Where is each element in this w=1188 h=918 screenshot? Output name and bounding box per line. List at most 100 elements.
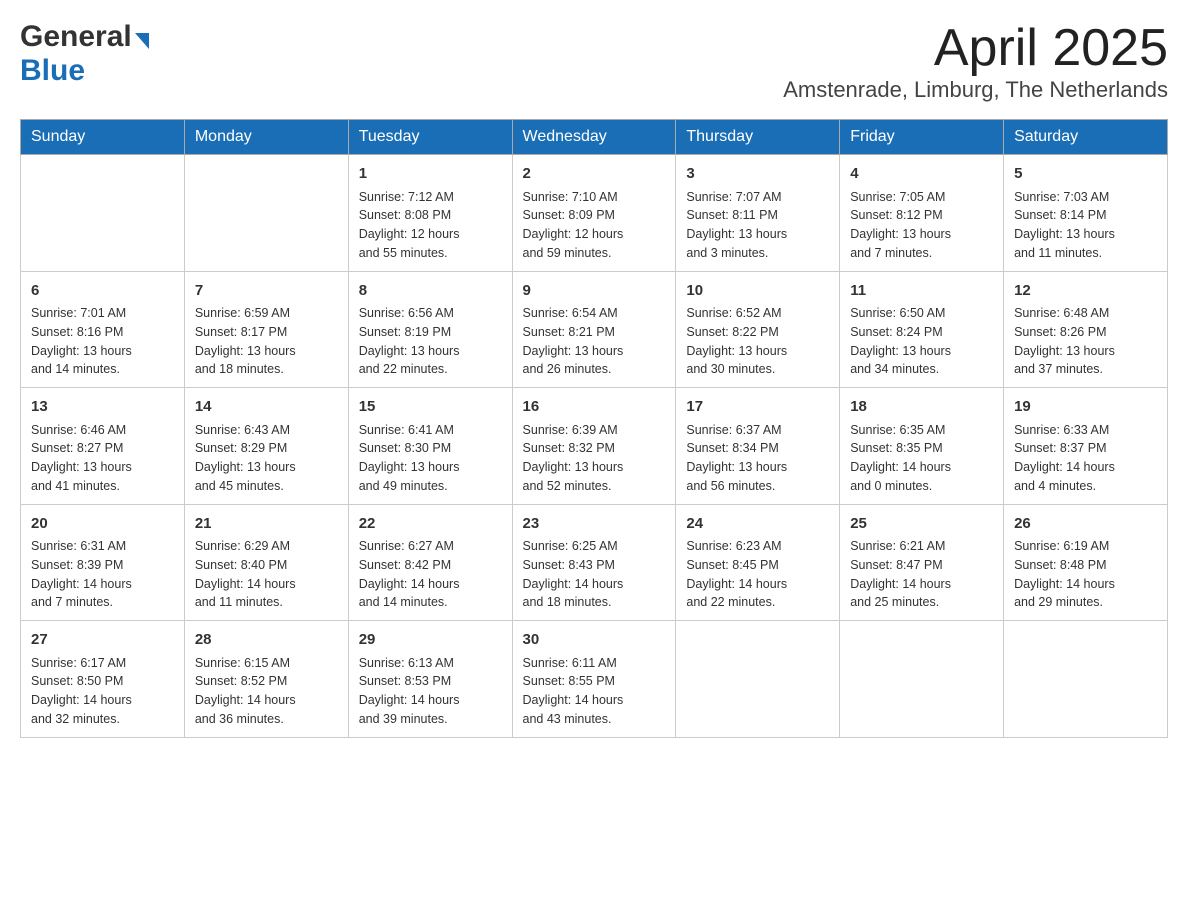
day-info: Sunrise: 7:01 AM Sunset: 8:16 PM Dayligh…	[31, 304, 174, 379]
day-info: Sunrise: 6:41 AM Sunset: 8:30 PM Dayligh…	[359, 421, 502, 496]
day-info: Sunrise: 6:46 AM Sunset: 8:27 PM Dayligh…	[31, 421, 174, 496]
day-info: Sunrise: 7:05 AM Sunset: 8:12 PM Dayligh…	[850, 188, 993, 263]
day-number: 2	[523, 163, 666, 186]
location-title: Amstenrade, Limburg, The Netherlands	[783, 77, 1168, 103]
day-info: Sunrise: 6:52 AM Sunset: 8:22 PM Dayligh…	[686, 304, 829, 379]
day-info: Sunrise: 6:31 AM Sunset: 8:39 PM Dayligh…	[31, 537, 174, 612]
logo-blue-text: Blue	[20, 54, 85, 87]
logo-general-text: General	[20, 20, 132, 54]
day-info: Sunrise: 6:35 AM Sunset: 8:35 PM Dayligh…	[850, 421, 993, 496]
day-number: 14	[195, 396, 338, 419]
calendar-cell	[1004, 621, 1168, 738]
column-header-wednesday: Wednesday	[512, 120, 676, 155]
day-info: Sunrise: 7:10 AM Sunset: 8:09 PM Dayligh…	[523, 188, 666, 263]
day-number: 28	[195, 629, 338, 652]
calendar-cell: 19Sunrise: 6:33 AM Sunset: 8:37 PM Dayli…	[1004, 388, 1168, 505]
day-number: 5	[1014, 163, 1157, 186]
logo-arrow-icon	[135, 33, 149, 49]
calendar-cell: 28Sunrise: 6:15 AM Sunset: 8:52 PM Dayli…	[184, 621, 348, 738]
calendar-header-row: SundayMondayTuesdayWednesdayThursdayFrid…	[21, 120, 1168, 155]
calendar-cell: 21Sunrise: 6:29 AM Sunset: 8:40 PM Dayli…	[184, 504, 348, 621]
day-number: 13	[31, 396, 174, 419]
column-header-sunday: Sunday	[21, 120, 185, 155]
calendar-cell: 17Sunrise: 6:37 AM Sunset: 8:34 PM Dayli…	[676, 388, 840, 505]
day-info: Sunrise: 6:23 AM Sunset: 8:45 PM Dayligh…	[686, 537, 829, 612]
calendar-cell	[676, 621, 840, 738]
title-section: April 2025 Amstenrade, Limburg, The Neth…	[783, 20, 1168, 103]
calendar-cell: 7Sunrise: 6:59 AM Sunset: 8:17 PM Daylig…	[184, 271, 348, 388]
day-number: 9	[523, 280, 666, 303]
day-info: Sunrise: 6:48 AM Sunset: 8:26 PM Dayligh…	[1014, 304, 1157, 379]
day-number: 29	[359, 629, 502, 652]
calendar-cell	[840, 621, 1004, 738]
calendar-cell: 12Sunrise: 6:48 AM Sunset: 8:26 PM Dayli…	[1004, 271, 1168, 388]
day-info: Sunrise: 7:07 AM Sunset: 8:11 PM Dayligh…	[686, 188, 829, 263]
calendar-cell: 2Sunrise: 7:10 AM Sunset: 8:09 PM Daylig…	[512, 155, 676, 272]
day-number: 30	[523, 629, 666, 652]
day-number: 25	[850, 513, 993, 536]
day-number: 16	[523, 396, 666, 419]
day-number: 8	[359, 280, 502, 303]
calendar-cell: 20Sunrise: 6:31 AM Sunset: 8:39 PM Dayli…	[21, 504, 185, 621]
day-info: Sunrise: 6:56 AM Sunset: 8:19 PM Dayligh…	[359, 304, 502, 379]
calendar-cell	[184, 155, 348, 272]
day-number: 27	[31, 629, 174, 652]
day-number: 1	[359, 163, 502, 186]
day-info: Sunrise: 7:03 AM Sunset: 8:14 PM Dayligh…	[1014, 188, 1157, 263]
day-info: Sunrise: 6:15 AM Sunset: 8:52 PM Dayligh…	[195, 654, 338, 729]
day-info: Sunrise: 6:43 AM Sunset: 8:29 PM Dayligh…	[195, 421, 338, 496]
day-number: 24	[686, 513, 829, 536]
calendar-cell: 29Sunrise: 6:13 AM Sunset: 8:53 PM Dayli…	[348, 621, 512, 738]
column-header-monday: Monday	[184, 120, 348, 155]
day-number: 18	[850, 396, 993, 419]
day-number: 3	[686, 163, 829, 186]
calendar-cell: 11Sunrise: 6:50 AM Sunset: 8:24 PM Dayli…	[840, 271, 1004, 388]
day-info: Sunrise: 6:59 AM Sunset: 8:17 PM Dayligh…	[195, 304, 338, 379]
calendar-cell: 10Sunrise: 6:52 AM Sunset: 8:22 PM Dayli…	[676, 271, 840, 388]
month-title: April 2025	[783, 20, 1168, 77]
day-info: Sunrise: 6:37 AM Sunset: 8:34 PM Dayligh…	[686, 421, 829, 496]
day-number: 20	[31, 513, 174, 536]
calendar-cell	[21, 155, 185, 272]
day-info: Sunrise: 6:25 AM Sunset: 8:43 PM Dayligh…	[523, 537, 666, 612]
calendar-cell: 27Sunrise: 6:17 AM Sunset: 8:50 PM Dayli…	[21, 621, 185, 738]
logo: General Blue	[20, 20, 149, 88]
day-info: Sunrise: 6:19 AM Sunset: 8:48 PM Dayligh…	[1014, 537, 1157, 612]
calendar-week-row: 27Sunrise: 6:17 AM Sunset: 8:50 PM Dayli…	[21, 621, 1168, 738]
calendar-cell: 14Sunrise: 6:43 AM Sunset: 8:29 PM Dayli…	[184, 388, 348, 505]
calendar-cell: 8Sunrise: 6:56 AM Sunset: 8:19 PM Daylig…	[348, 271, 512, 388]
column-header-thursday: Thursday	[676, 120, 840, 155]
calendar-cell: 9Sunrise: 6:54 AM Sunset: 8:21 PM Daylig…	[512, 271, 676, 388]
calendar-cell: 23Sunrise: 6:25 AM Sunset: 8:43 PM Dayli…	[512, 504, 676, 621]
calendar-cell: 4Sunrise: 7:05 AM Sunset: 8:12 PM Daylig…	[840, 155, 1004, 272]
calendar-cell: 26Sunrise: 6:19 AM Sunset: 8:48 PM Dayli…	[1004, 504, 1168, 621]
calendar-week-row: 1Sunrise: 7:12 AM Sunset: 8:08 PM Daylig…	[21, 155, 1168, 272]
day-number: 15	[359, 396, 502, 419]
day-info: Sunrise: 6:39 AM Sunset: 8:32 PM Dayligh…	[523, 421, 666, 496]
calendar-cell: 13Sunrise: 6:46 AM Sunset: 8:27 PM Dayli…	[21, 388, 185, 505]
day-number: 4	[850, 163, 993, 186]
calendar-cell: 16Sunrise: 6:39 AM Sunset: 8:32 PM Dayli…	[512, 388, 676, 505]
calendar-cell: 3Sunrise: 7:07 AM Sunset: 8:11 PM Daylig…	[676, 155, 840, 272]
calendar-week-row: 6Sunrise: 7:01 AM Sunset: 8:16 PM Daylig…	[21, 271, 1168, 388]
day-info: Sunrise: 6:50 AM Sunset: 8:24 PM Dayligh…	[850, 304, 993, 379]
day-number: 17	[686, 396, 829, 419]
page-header: General Blue April 2025 Amstenrade, Limb…	[20, 20, 1168, 103]
day-info: Sunrise: 6:13 AM Sunset: 8:53 PM Dayligh…	[359, 654, 502, 729]
column-header-friday: Friday	[840, 120, 1004, 155]
day-number: 26	[1014, 513, 1157, 536]
calendar-cell: 15Sunrise: 6:41 AM Sunset: 8:30 PM Dayli…	[348, 388, 512, 505]
day-number: 23	[523, 513, 666, 536]
column-header-saturday: Saturday	[1004, 120, 1168, 155]
day-number: 10	[686, 280, 829, 303]
calendar-cell: 22Sunrise: 6:27 AM Sunset: 8:42 PM Dayli…	[348, 504, 512, 621]
day-number: 11	[850, 280, 993, 303]
day-number: 19	[1014, 396, 1157, 419]
calendar-cell: 24Sunrise: 6:23 AM Sunset: 8:45 PM Dayli…	[676, 504, 840, 621]
day-info: Sunrise: 6:54 AM Sunset: 8:21 PM Dayligh…	[523, 304, 666, 379]
day-info: Sunrise: 6:33 AM Sunset: 8:37 PM Dayligh…	[1014, 421, 1157, 496]
calendar-cell: 25Sunrise: 6:21 AM Sunset: 8:47 PM Dayli…	[840, 504, 1004, 621]
day-number: 21	[195, 513, 338, 536]
day-info: Sunrise: 6:17 AM Sunset: 8:50 PM Dayligh…	[31, 654, 174, 729]
day-number: 6	[31, 280, 174, 303]
